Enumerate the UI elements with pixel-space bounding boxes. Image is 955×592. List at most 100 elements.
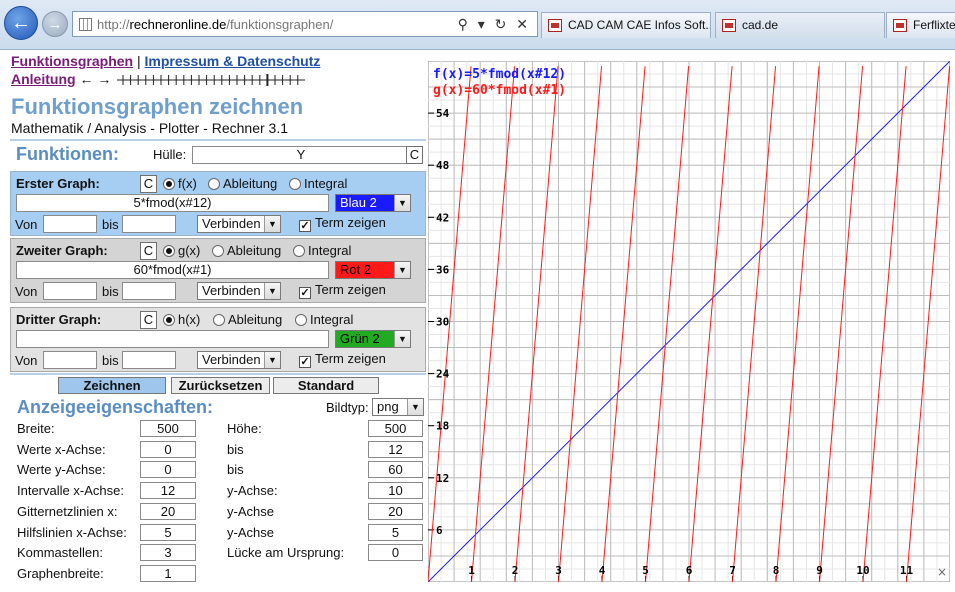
radio-integral[interactable]: Integral [295,312,353,327]
von-input[interactable] [43,351,97,369]
radio-integral[interactable]: Integral [289,176,347,191]
address-tools-icons[interactable]: ⚲ ▾ ↻ ✕ [458,16,531,33]
radio-selected-icon[interactable] [163,178,175,190]
term-input[interactable]: 5*fmod(x#12) [16,194,329,212]
property-input[interactable]: 0 [368,544,423,562]
dropdown-arrow-icon[interactable]: ▼ [394,262,410,278]
graph-clear-button[interactable]: C [140,311,157,329]
property-input[interactable]: 12 [368,440,423,458]
term-input[interactable] [16,330,329,348]
color-select[interactable]: Blau 2 ▼ [335,194,411,212]
radio-label: g(x) [178,243,201,258]
link-anleitung[interactable]: Anleitung [11,71,76,87]
radio-icon[interactable] [295,314,307,326]
color-select[interactable]: Grün 2 ▼ [335,330,411,348]
bildtyp-value: png [377,399,399,414]
dropdown-arrow-icon[interactable]: ▼ [407,399,423,415]
color-select[interactable]: Rot 2 ▼ [335,261,411,279]
browser-tab[interactable]: cad.de [715,12,885,38]
standard-button[interactable]: Standard [273,377,379,394]
property-input[interactable]: 5 [368,523,423,541]
property-input[interactable]: 5 [140,523,196,541]
radio-derivative[interactable]: Ableitung [208,176,277,191]
reset-button[interactable]: Zurücksetzen [171,377,270,394]
favicon-icon [548,19,562,32]
browser-tab[interactable]: CAD CAM CAE Infos Soft... [541,12,711,38]
dropdown-arrow-icon[interactable]: ▼ [264,283,280,299]
dropdown-arrow-icon[interactable]: ▼ [394,331,410,347]
page-title: Funktionsgraphen zeichnen [11,94,304,119]
radio-icon[interactable] [212,245,224,257]
bis-input[interactable] [122,215,176,233]
property-input[interactable]: 20 [368,502,423,520]
radio-label: Integral [304,176,348,191]
page-subtitle: Mathematik / Analysis - Plotter - Rechne… [11,120,288,136]
graph-clear-button[interactable]: C [140,242,157,260]
property-input[interactable]: 3 [140,544,196,562]
draw-button[interactable]: Zeichnen [58,377,166,394]
browser-tab[interactable]: Ferflixte [886,12,955,38]
property-label: y-Achse: [227,483,278,499]
x-tick-label: 11 [900,564,914,577]
graph-label: Erster Graph: [16,176,100,191]
checkbox-checked-icon[interactable]: ✓ [299,220,311,232]
graph-box-3: Dritter Graph: C h(x) Ableitung Integral… [10,307,426,372]
forward-button[interactable]: → [42,11,68,37]
radio-icon[interactable] [213,314,225,326]
back-button[interactable]: ← [4,6,38,40]
property-input[interactable]: 12 [140,482,196,500]
property-input[interactable]: 500 [140,420,196,437]
von-input[interactable] [43,282,97,300]
mode-select[interactable]: Verbinden ▼ [197,351,281,369]
property-input[interactable]: 60 [368,461,423,479]
tab-label: Ferflixte [913,18,955,32]
dropdown-arrow-icon[interactable]: ▼ [264,352,280,368]
checkbox-checked-icon[interactable]: ✓ [299,287,311,299]
graph-label: Dritter Graph: [16,312,102,327]
radio-selected-icon[interactable] [163,245,175,257]
radio-icon[interactable] [293,245,305,257]
checkbox-checked-icon[interactable]: ✓ [299,356,311,368]
mode-select[interactable]: Verbinden ▼ [197,282,281,300]
term-show-checkbox[interactable]: ✓ Term zeigen [299,351,386,368]
x-tick-label: 3 [555,564,562,577]
graph-clear-button[interactable]: C [140,175,157,193]
property-input[interactable]: 10 [368,482,423,500]
address-url[interactable]: http://rechneronline.de/funktionsgraphen… [97,17,333,32]
radio-derivative[interactable]: Ableitung [213,312,282,327]
property-input[interactable]: 500 [368,420,423,437]
dropdown-arrow-icon[interactable]: ▼ [264,216,280,232]
bis-input[interactable] [122,282,176,300]
radio-function[interactable]: g(x) [163,243,200,258]
property-input[interactable]: 0 [140,440,196,458]
zoom-arrows[interactable]: ← → [79,71,111,87]
term-show-checkbox[interactable]: ✓ Term zeigen [299,282,386,299]
von-input[interactable] [43,215,97,233]
color-value: Rot 2 [340,262,372,277]
radio-function[interactable]: f(x) [163,176,197,191]
link-funktionsgraphen[interactable]: Funktionsgraphen [11,53,133,69]
property-input[interactable]: 1 [140,564,196,582]
property-input[interactable]: 20 [140,502,196,520]
radio-icon[interactable] [208,178,220,190]
term-show-checkbox[interactable]: ✓ Term zeigen [299,215,386,232]
radio-derivative[interactable]: Ableitung [212,243,281,258]
property-input[interactable]: 0 [140,461,196,479]
mode-select[interactable]: Verbinden ▼ [197,215,281,233]
bildtyp-select[interactable]: png ▼ [372,398,424,416]
huelle-clear-button[interactable]: C [406,146,423,164]
radio-icon[interactable] [289,178,301,190]
x-tick-label: 6 [686,564,693,577]
link-impressum[interactable]: Impressum & Datenschutz [145,53,321,69]
y-tick-label: 42 [436,211,449,224]
radio-function[interactable]: h(x) [163,312,200,327]
term-input[interactable]: 60*fmod(x#1) [16,261,329,279]
bis-input[interactable] [122,351,176,369]
huelle-input[interactable]: Y [192,146,410,164]
radio-integral[interactable]: Integral [293,243,351,258]
dropdown-arrow-icon[interactable]: ▼ [394,195,410,211]
zoom-scale-slider[interactable] [117,74,307,87]
radio-selected-icon[interactable] [163,314,175,326]
address-bar[interactable]: http://rechneronline.de/funktionsgraphen… [72,11,538,37]
radio-label: Ableitung [223,176,278,191]
